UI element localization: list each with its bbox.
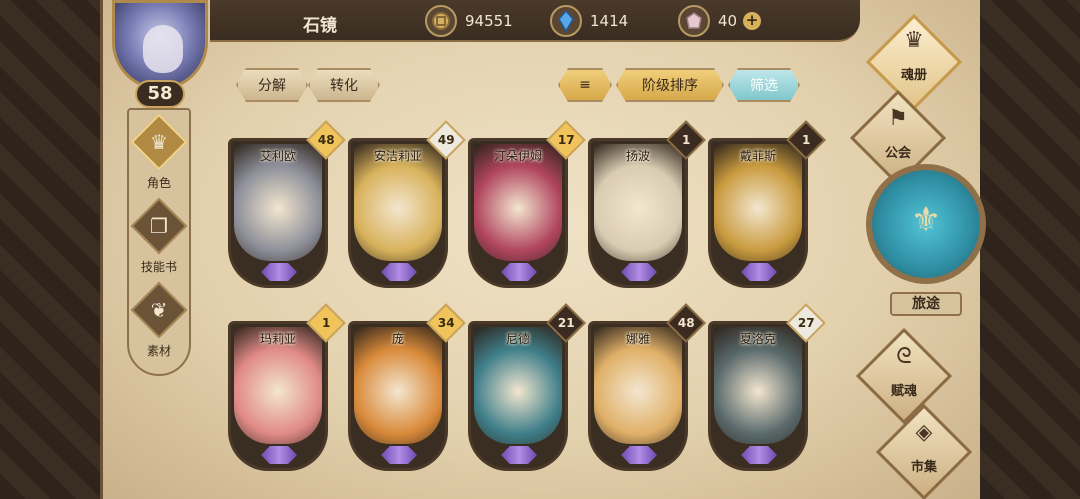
gold-amount: 94551 [465, 12, 513, 30]
hero-card[interactable]: 娜雅 [588, 321, 688, 471]
journey-button[interactable]: ⚜ 旅途 [866, 164, 986, 316]
add-gem-button[interactable]: + [743, 12, 762, 30]
rank-gem-icon [741, 263, 777, 281]
hero-name: 安洁莉亚 [373, 149, 422, 163]
gold-resource: 94551 [425, 5, 513, 37]
hero-level: 49 [437, 132, 455, 147]
nav-item-label: 素材 [146, 344, 171, 358]
rank-gem-icon [501, 446, 537, 464]
emblem-icon: ⚜ [910, 200, 942, 240]
hero-level: 48 [317, 132, 335, 147]
soul-book-label: 魂册 [900, 68, 927, 83]
background-left [0, 0, 110, 499]
market-button[interactable]: ◈ 市集 [875, 403, 973, 499]
decompose-button[interactable]: 分解 [236, 68, 308, 102]
sort-by-rank-button[interactable]: 阶级排序 [616, 68, 724, 102]
horned-helmet-icon: ♛ [150, 130, 168, 154]
crystal-resource: 1414 [550, 5, 628, 37]
filter-button[interactable]: 筛选 [728, 68, 800, 102]
hero-level: 48 [677, 315, 695, 330]
hero-name: 扬波 [625, 149, 650, 163]
player-level-badge: 58 [135, 80, 185, 108]
wolf-icon: ⚑ [888, 106, 908, 131]
gold-coin-icon [425, 5, 457, 37]
rank-gem-icon [261, 263, 297, 281]
hero-level: 34 [437, 315, 455, 330]
hero-card[interactable]: 艾利欧 [228, 138, 328, 288]
rank-gem-icon [501, 263, 537, 281]
soul-gift-button[interactable]: ᘓ 赋魂 [855, 327, 953, 425]
gem-amount: 40 [718, 12, 738, 30]
rank-gem-icon [621, 263, 657, 281]
hero-card[interactable]: 汀朵伊姆 [468, 138, 568, 288]
crystal-icon [550, 5, 582, 37]
rank-gem-icon [621, 446, 657, 464]
soul-gift-label: 赋魂 [890, 384, 917, 399]
hero-name: 庞 [391, 332, 404, 346]
menu-frame [855, 327, 953, 425]
hero-name: 汀朵伊姆 [493, 149, 542, 163]
gem-icon [678, 5, 710, 37]
hero-level: 21 [557, 315, 575, 330]
hero-card[interactable]: 玛莉亚 [228, 321, 328, 471]
hero-name: 尼德 [505, 332, 530, 346]
nav-item-role[interactable]: ♛ 角色 [129, 113, 189, 192]
nav-item-label: 技能书 [140, 260, 177, 274]
left-nav: ♛ 角色 ❐ 技能书 ❦ 素材 [127, 108, 191, 376]
hero-name: 娜雅 [625, 332, 650, 346]
material-icon: ❦ [150, 298, 168, 322]
convert-button[interactable]: 转化 [308, 68, 380, 102]
hero-card[interactable]: 庞 [348, 321, 448, 471]
gem-market-icon: ◈ [915, 420, 933, 445]
player-avatar-frame[interactable]: 58 [100, 0, 220, 110]
gem-resource: 40 + [678, 5, 762, 37]
avatar[interactable] [112, 0, 208, 90]
hero-name: 戴菲斯 [739, 149, 776, 163]
soul-book-button[interactable]: ♛ 魂册 [865, 13, 963, 111]
journey-label: 旅途 [890, 292, 962, 316]
swirl-icon: ᘓ [896, 344, 912, 369]
sort-order-button[interactable]: ≡ [558, 68, 612, 102]
rank-gem-icon [261, 446, 297, 464]
menu-frame [875, 403, 973, 499]
hero-level: 1 [681, 132, 691, 147]
crystal-amount: 1414 [590, 12, 629, 30]
rank-gem-icon [381, 446, 417, 464]
hero-name: 艾利欧 [259, 149, 296, 163]
hero-card[interactable]: 戴菲斯 [708, 138, 808, 288]
guild-label: 公会 [884, 146, 911, 161]
hero-level: 27 [797, 315, 815, 330]
helmet-icon: ♛ [904, 28, 924, 53]
rank-gem-icon [741, 446, 777, 464]
hero-name: 玛莉亚 [259, 332, 296, 346]
hero-card[interactable]: 安洁莉亚 [348, 138, 448, 288]
hero-card[interactable]: 夏洛克 [708, 321, 808, 471]
background-right [980, 0, 1080, 499]
nav-item-material[interactable]: ❦ 素材 [129, 281, 189, 360]
hero-level: 17 [557, 132, 575, 147]
book-icon: ❐ [150, 214, 168, 238]
nav-item-label: 角色 [146, 176, 171, 190]
player-name: 石镜 [303, 16, 337, 36]
hero-card[interactable]: 尼德 [468, 321, 568, 471]
hero-card[interactable]: 扬波 [588, 138, 688, 288]
hero-level: 1 [321, 315, 331, 330]
hero-name: 夏洛克 [739, 332, 776, 346]
nav-item-skillbook[interactable]: ❐ 技能书 [129, 197, 189, 276]
rank-gem-icon [381, 263, 417, 281]
hero-level: 1 [801, 132, 811, 147]
market-label: 市集 [910, 460, 937, 475]
